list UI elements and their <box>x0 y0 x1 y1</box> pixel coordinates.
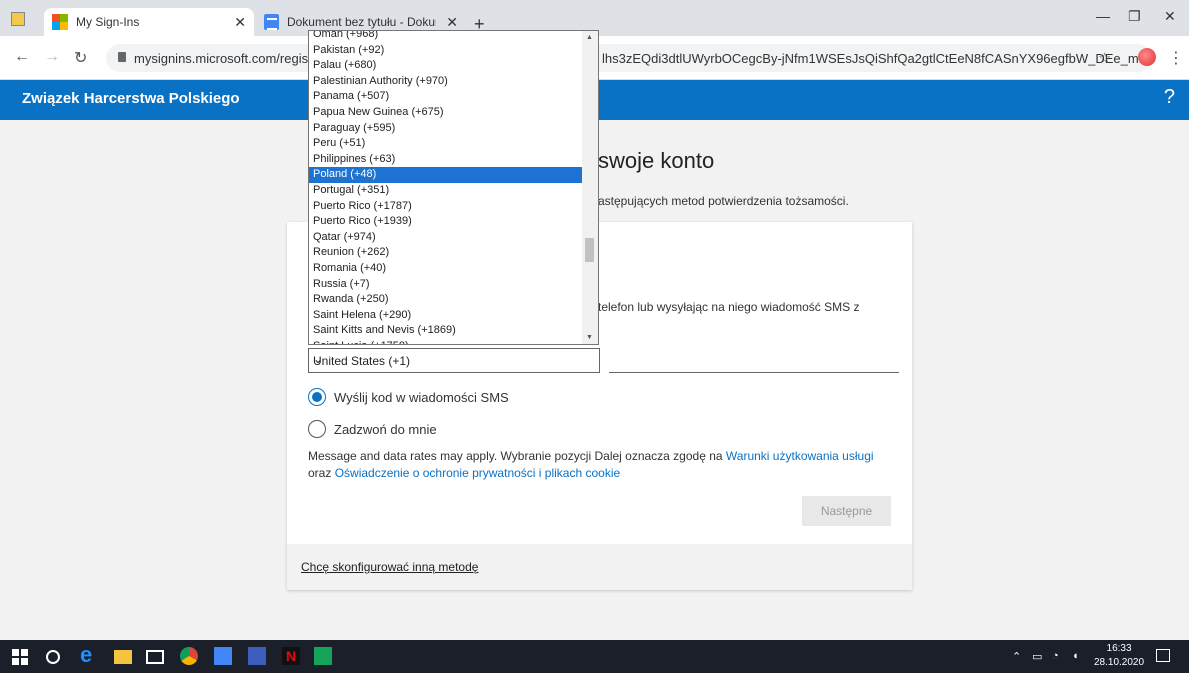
next-button[interactable]: Następne <box>802 496 891 526</box>
tab-title: My Sign-Ins <box>76 15 140 29</box>
save-disk-icon[interactable] <box>248 647 266 665</box>
profile-avatar[interactable] <box>1138 48 1156 66</box>
back-icon[interactable]: ← <box>14 48 30 66</box>
radio-sms-label: Wyślij kod w wiadomości SMS <box>334 389 509 405</box>
country-code-select[interactable]: United States (+1) ⌄ <box>308 348 600 373</box>
scrollbar-thumb[interactable] <box>585 238 594 262</box>
legal-text-1: Message and data rates may apply. Wybran… <box>308 449 723 463</box>
app-launcher-icon[interactable] <box>11 12 25 26</box>
phone-number-input[interactable] <box>609 348 899 373</box>
radio-unselected-icon[interactable] <box>308 420 326 438</box>
dropdown-option[interactable]: Qatar (+974) <box>309 230 584 246</box>
dropdown-option[interactable]: Philippines (+63) <box>309 152 584 168</box>
dropdown-option[interactable]: Pakistan (+92) <box>309 43 584 59</box>
other-method-link[interactable]: Chcę skonfigurować inną metodę <box>301 560 478 574</box>
page-title: swoje konto <box>598 148 715 173</box>
address-bar[interactable]: mysignins.microsoft.com/register lhs3zEQ… <box>106 44 1152 72</box>
windows-taskbar: e N ⌃ ▭ ◔ ◖ 16:33 28.10.2020 <box>0 640 1189 673</box>
microsoft-logo-icon <box>52 14 68 30</box>
system-clock[interactable]: 16:33 28.10.2020 <box>1094 642 1144 670</box>
radio-sms-option[interactable]: Wyślij kod w wiadomości SMS <box>308 388 509 406</box>
dropdown-option[interactable]: Paraguay (+595) <box>309 121 584 137</box>
forward-icon[interactable]: → <box>44 48 60 66</box>
netflix-icon[interactable]: N <box>282 647 300 665</box>
radio-call-label: Zadzwoń do mnie <box>334 421 437 437</box>
clock-time: 16:33 <box>1106 643 1132 654</box>
dropdown-option[interactable]: Puerto Rico (+1787) <box>309 199 584 215</box>
search-circle-icon[interactable] <box>46 650 60 664</box>
clock-date: 28.10.2020 <box>1094 657 1145 668</box>
card-footer: Chcę skonfigurować inną metodę <box>287 544 912 590</box>
tray-chevron-up-icon[interactable]: ⌃ <box>1012 650 1021 663</box>
dropdown-option[interactable]: Oman (+968) <box>309 31 584 43</box>
terms-of-use-link[interactable]: Warunki użytkowania usługi <box>726 449 874 463</box>
legal-text-2: oraz <box>308 466 332 480</box>
radio-selected-icon[interactable] <box>308 388 326 406</box>
url-text-left: mysignins.microsoft.com/register <box>134 51 324 66</box>
help-icon[interactable]: ? <box>1164 86 1175 109</box>
dropdown-option[interactable]: Rwanda (+250) <box>309 292 584 308</box>
dropdown-option[interactable]: Romania (+40) <box>309 261 584 277</box>
dropdown-option[interactable]: Portugal (+351) <box>309 183 584 199</box>
menu-kebab-icon[interactable]: ⋮ <box>1168 48 1184 68</box>
close-icon[interactable]: ✕ <box>436 14 458 31</box>
country-dropdown-list[interactable]: Oman (+968) Pakistan (+92) Palau (+680) Pal… <box>308 30 599 345</box>
battery-icon[interactable]: ▭ <box>1032 650 1042 663</box>
restore-icon[interactable]: ❐ <box>1128 8 1141 25</box>
notifications-icon[interactable] <box>1156 649 1170 662</box>
organization-name: Związek Harcerstwa Polskiego <box>22 90 240 107</box>
page-subtitle: astępujących metod potwierdzenia tożsamo… <box>598 194 849 208</box>
dropdown-option[interactable]: Papua New Guinea (+675) <box>309 105 584 121</box>
bookmark-star-icon[interactable]: ☆ <box>1098 49 1111 67</box>
chrome-icon[interactable] <box>180 647 198 665</box>
scroll-down-arrow-icon[interactable]: ▼ <box>586 334 593 341</box>
docs-icon[interactable] <box>214 647 232 665</box>
google-docs-icon <box>264 14 279 30</box>
scroll-up-arrow-icon[interactable]: ▲ <box>586 34 593 41</box>
mail-icon[interactable] <box>146 650 164 664</box>
dropdown-option[interactable]: Reunion (+262) <box>309 245 584 261</box>
minimize-icon[interactable]: — <box>1096 8 1110 24</box>
edge-browser-icon[interactable]: e <box>80 642 98 667</box>
url-text-right: lhs3zEQdi3dtlUWyrbOCegcBy-jNfm1WSEsJsQiS… <box>602 51 1150 66</box>
dropdown-option[interactable]: Saint Helena (+290) <box>309 308 584 324</box>
dropdown-option[interactable]: Peru (+51) <box>309 136 584 152</box>
close-icon[interactable]: ✕ <box>224 14 246 31</box>
chevron-down-icon: ⌄ <box>313 352 324 366</box>
sheets-icon[interactable] <box>314 647 332 665</box>
dropdown-option[interactable]: Saint Lucia (+1758) <box>309 339 584 344</box>
dropdown-option[interactable]: Saint Kitts and Nevis (+1869) <box>309 323 584 339</box>
window-close-icon[interactable]: ✕ <box>1164 8 1176 25</box>
dropdown-option[interactable]: Poland (+48) <box>309 167 584 183</box>
volume-icon[interactable]: ◖ <box>1072 650 1079 662</box>
dropdown-option[interactable]: Palau (+680) <box>309 58 584 74</box>
card-description: telefon lub wysyłając na niego wiadomość… <box>598 300 860 314</box>
dropdown-options: Oman (+968) Pakistan (+92) Palau (+680) Pal… <box>309 31 584 344</box>
wifi-icon[interactable]: ◔ <box>1052 650 1059 662</box>
file-explorer-icon[interactable] <box>114 650 132 664</box>
dropdown-option[interactable]: Palestinian Authority (+970) <box>309 74 584 90</box>
privacy-statement-link[interactable]: Oświadczenie o ochronie prywatności i pl… <box>335 466 620 480</box>
windows-start-icon[interactable] <box>12 647 30 665</box>
lock-icon <box>118 52 126 62</box>
reload-icon[interactable]: ↻ <box>74 48 87 68</box>
tab-title: Dokument bez tytułu - Dokumen <box>286 15 436 29</box>
dropdown-option[interactable]: Puerto Rico (+1939) <box>309 214 584 230</box>
legal-notice: Message and data rates may apply. Wybran… <box>308 448 908 482</box>
dropdown-option[interactable]: Russia (+7) <box>309 277 584 293</box>
radio-call-option[interactable]: Zadzwoń do mnie <box>308 420 437 438</box>
dropdown-option[interactable]: Panama (+507) <box>309 89 584 105</box>
tab-my-sign-ins[interactable]: My Sign-Ins ✕ <box>44 8 254 36</box>
dropdown-scrollbar[interactable]: ▲ ▼ <box>582 31 598 344</box>
